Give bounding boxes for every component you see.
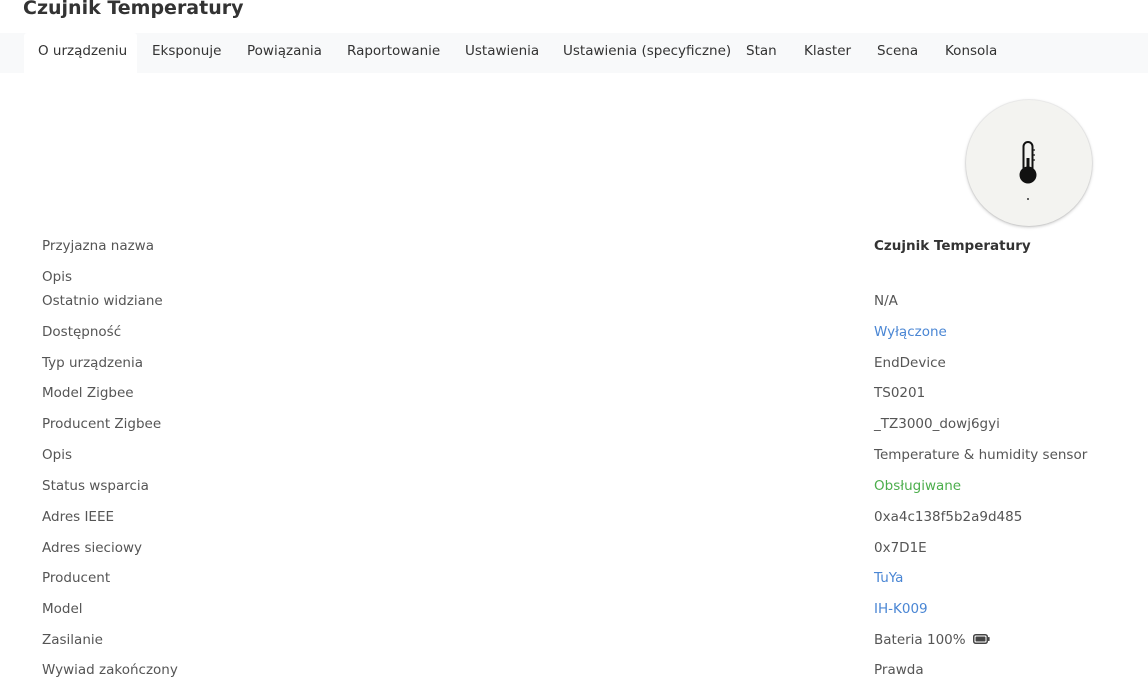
value-device-type: EndDevice: [874, 355, 946, 371]
value-last-seen: N/A: [874, 293, 898, 309]
tab-about[interactable]: O urządzeniu: [24, 33, 137, 73]
label-model: Model: [42, 601, 83, 617]
tab-console[interactable]: Konsola: [945, 33, 997, 73]
thermometer-icon: [1019, 141, 1037, 200]
tab-reporting[interactable]: Raportowanie: [347, 33, 440, 73]
tab-state[interactable]: Stan: [746, 33, 777, 73]
label-availability: Dostępność: [42, 324, 122, 340]
label-last-seen: Ostatnio widziane: [42, 293, 163, 309]
value-interview-completed: Prawda: [874, 662, 924, 678]
value-zigbee-manufacturer: _TZ3000_dowj6gyi: [874, 416, 1000, 432]
value-availability[interactable]: Wyłączone: [874, 323, 947, 341]
value-model-link[interactable]: IH-K009: [874, 600, 928, 618]
tab-scene[interactable]: Scena: [877, 33, 918, 73]
tab-exposes[interactable]: Eksponuje: [152, 33, 221, 73]
tab-settings-specific[interactable]: Ustawienia (specyficzne): [563, 33, 731, 73]
tab-bindings[interactable]: Powiązania: [247, 33, 322, 73]
value-friendly-name: Czujnik Temperatury: [874, 238, 1031, 254]
value-support-status: Obsługiwane: [874, 478, 962, 494]
label-zigbee-model: Model Zigbee: [42, 385, 134, 401]
page-title: Czujnik Temperatury: [23, 0, 244, 19]
battery-full-icon: [972, 634, 990, 644]
label-power-source: Zasilanie: [42, 632, 103, 648]
value-manufacturer-link[interactable]: TuYa: [874, 569, 903, 587]
label-friendly-name: Przyjazna nazwa: [42, 238, 154, 254]
label-support-status: Status wsparcia: [42, 478, 149, 494]
label-zigbee-manufacturer: Producent Zigbee: [42, 416, 162, 432]
tab-cluster[interactable]: Klaster: [804, 33, 851, 73]
device-page: Czujnik Temperatury O urządzeniu Eksponu…: [0, 0, 1148, 686]
value-network-address: 0x7D1E: [874, 540, 927, 556]
label-ieee-address: Adres IEEE: [42, 509, 115, 525]
device-image: [966, 100, 1092, 226]
label-network-address: Adres sieciowy: [42, 540, 143, 556]
value-power-source-text: Bateria 100%: [874, 632, 966, 648]
value-description-2: Temperature & humidity sensor: [874, 447, 1088, 463]
label-description: Opis: [42, 269, 72, 285]
value-ieee-address: 0xa4c138f5b2a9d485: [874, 509, 1023, 525]
value-power-source: Bateria 100%: [874, 631, 990, 649]
value-zigbee-model: TS0201: [874, 385, 926, 401]
label-description-2: Opis: [42, 447, 72, 463]
label-device-type: Typ urządzenia: [42, 355, 143, 371]
tab-settings[interactable]: Ustawienia: [465, 33, 539, 73]
label-manufacturer: Producent: [42, 570, 111, 586]
tab-bar: O urządzeniu Eksponuje Powiązania Raport…: [0, 33, 1148, 73]
label-interview-completed: Wywiad zakończony: [42, 662, 178, 678]
